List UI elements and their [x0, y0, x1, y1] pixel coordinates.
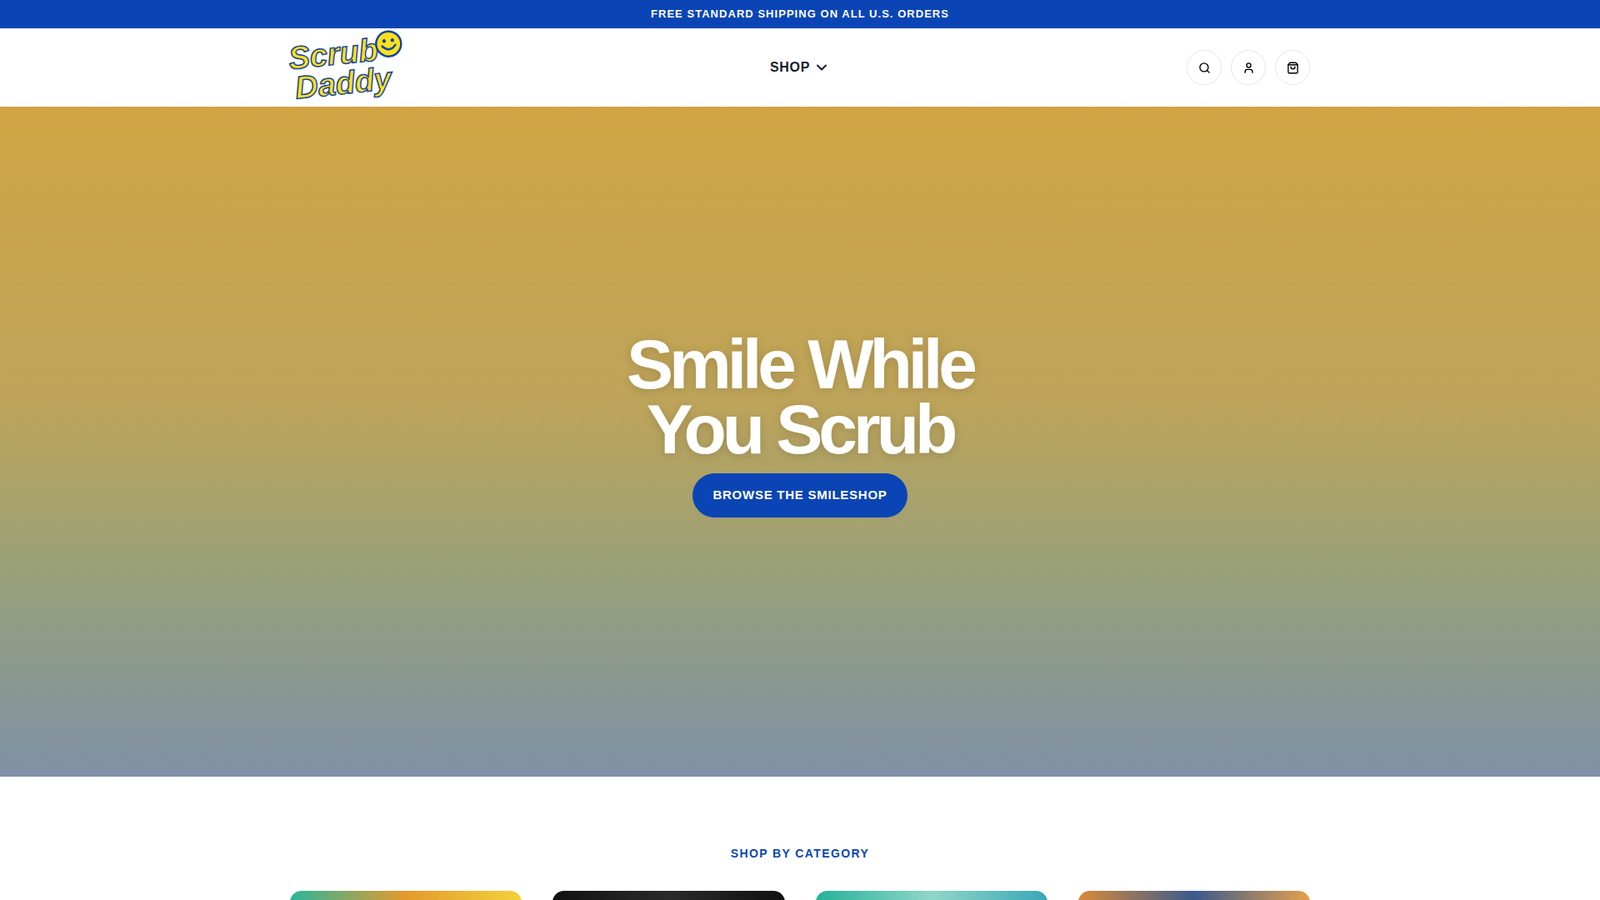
hero-headline: Smile WhileYou Scrub: [626, 332, 974, 462]
main-nav: SHOP: [630, 57, 970, 78]
cart-button[interactable]: [1275, 50, 1310, 85]
announcement-bar: FREE STANDARD SHIPPING ON ALL U.S. ORDER…: [0, 0, 1600, 29]
header-actions: [970, 50, 1310, 85]
page: FREE STANDARD SHIPPING ON ALL U.S. ORDER…: [0, 0, 1600, 900]
category-card[interactable]: [552, 890, 785, 900]
announcement-text: FREE STANDARD SHIPPING ON ALL U.S. ORDER…: [650, 5, 950, 23]
user-icon: [1242, 61, 1255, 75]
category-card[interactable]: [815, 890, 1048, 900]
smiley-logo-icon: [372, 28, 404, 60]
category-card[interactable]: [1078, 890, 1310, 900]
hero: Smile WhileYou Scrub BROWSE THE SMILESHOP: [0, 106, 1600, 777]
hero-button[interactable]: BROWSE THE SMILESHOP: [692, 473, 907, 518]
site-header: ScrubDaddy SHOP: [0, 28, 1600, 107]
category-card[interactable]: [290, 890, 522, 900]
nav-item[interactable]: SHOP: [770, 57, 830, 78]
bag-icon: [1286, 61, 1300, 75]
search-button[interactable]: [1186, 50, 1222, 85]
category-title: SHOP BY CATEGORY: [0, 845, 1600, 863]
account-button[interactable]: [1230, 50, 1266, 85]
search-icon: [1198, 61, 1211, 75]
logo[interactable]: ScrubDaddy: [287, 31, 408, 104]
chevron-down-icon: [813, 59, 830, 76]
shop-by-category: SHOP BY CATEGORY: [0, 776, 1600, 900]
